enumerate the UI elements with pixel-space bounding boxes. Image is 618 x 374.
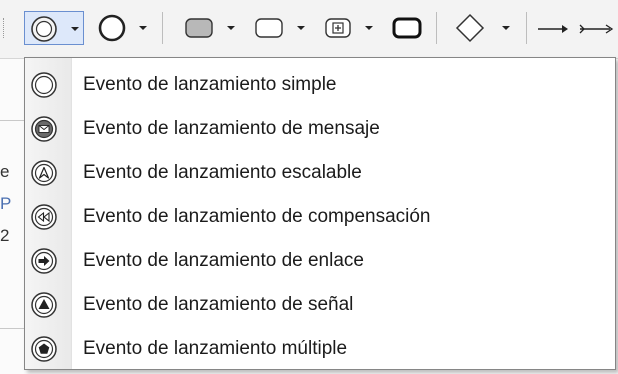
menu-item-start-event-none[interactable]: Evento de lanzamiento simple bbox=[25, 63, 615, 107]
toolbar-separator bbox=[162, 12, 163, 44]
gateway-button[interactable] bbox=[448, 11, 518, 45]
menu-item-start-event-link[interactable]: Evento de lanzamiento de enlace bbox=[25, 239, 615, 283]
toolbar-separator bbox=[526, 12, 527, 44]
chevron-down-icon bbox=[297, 26, 305, 30]
menu-item-start-event-message[interactable]: Evento de lanzamiento de mensaje bbox=[25, 107, 615, 151]
menu-item-start-event-signal[interactable]: Evento de lanzamiento de señal bbox=[25, 283, 615, 327]
call-activity-button[interactable] bbox=[386, 11, 426, 45]
menu-item-start-event-escalation[interactable]: Evento de lanzamiento escalable bbox=[25, 151, 615, 195]
end-event-button[interactable] bbox=[90, 11, 150, 45]
start-event-none-icon bbox=[31, 72, 57, 98]
message-flow-icon bbox=[579, 24, 614, 34]
start-event-signal-icon bbox=[31, 292, 57, 318]
subprocess-shape-icon bbox=[255, 18, 305, 38]
subprocess-button[interactable] bbox=[246, 11, 312, 45]
chevron-down-icon bbox=[139, 26, 147, 30]
message-flow-button[interactable] bbox=[576, 11, 616, 45]
menu-item-label: Evento de lanzamiento escalable bbox=[83, 162, 362, 183]
menu-item-label: Evento de lanzamiento simple bbox=[83, 74, 337, 95]
collapsed-subprocess-icon bbox=[325, 18, 373, 38]
start-event-dropdown-menu: Evento de lanzamiento simple Evento de l… bbox=[24, 57, 616, 370]
task-shape-icon bbox=[185, 18, 235, 38]
canvas-line bbox=[0, 328, 24, 329]
start-event-multiple-icon bbox=[31, 336, 57, 362]
start-event-link-icon bbox=[31, 248, 57, 274]
menu-item-label: Evento de lanzamiento múltiple bbox=[83, 338, 348, 359]
toolbar-grip[interactable] bbox=[3, 18, 6, 38]
menu-item-label: Evento de lanzamiento de compensación bbox=[83, 206, 431, 227]
chevron-down-icon bbox=[502, 26, 510, 30]
gateway-shape-icon bbox=[455, 13, 510, 43]
canvas-line bbox=[0, 120, 24, 121]
end-event-shape-icon bbox=[98, 14, 147, 42]
sequence-flow-button[interactable] bbox=[534, 11, 574, 45]
start-event-compensation-icon bbox=[31, 204, 57, 230]
shape-toolbar bbox=[0, 0, 618, 59]
canvas-text-fragment: 2 bbox=[0, 226, 10, 245]
menu-item-label: Evento de lanzamiento de enlace bbox=[83, 250, 364, 271]
start-event-escalation-icon bbox=[31, 160, 57, 186]
start-event-button[interactable] bbox=[24, 11, 84, 45]
call-activity-icon bbox=[392, 17, 422, 39]
collapsed-subprocess-button[interactable] bbox=[316, 11, 382, 45]
menu-item-start-event-multiple[interactable]: Evento de lanzamiento múltiple bbox=[25, 327, 615, 371]
sequence-flow-icon bbox=[538, 25, 568, 33]
chevron-down-icon bbox=[227, 26, 235, 30]
menu-item-start-event-compensation[interactable]: Evento de lanzamiento de compensación bbox=[25, 195, 615, 239]
chevron-down-icon bbox=[365, 26, 373, 30]
chevron-down-icon bbox=[71, 27, 79, 31]
task-button[interactable] bbox=[176, 11, 242, 45]
canvas-text-fragment: P bbox=[0, 194, 12, 213]
toolbar-separator bbox=[436, 12, 437, 44]
menu-item-label: Evento de lanzamiento de señal bbox=[83, 294, 354, 315]
canvas-text-fragment: e bbox=[0, 162, 10, 181]
start-event-shape-icon bbox=[31, 16, 79, 42]
menu-item-label: Evento de lanzamiento de mensaje bbox=[83, 118, 380, 139]
start-event-message-icon bbox=[31, 116, 57, 142]
